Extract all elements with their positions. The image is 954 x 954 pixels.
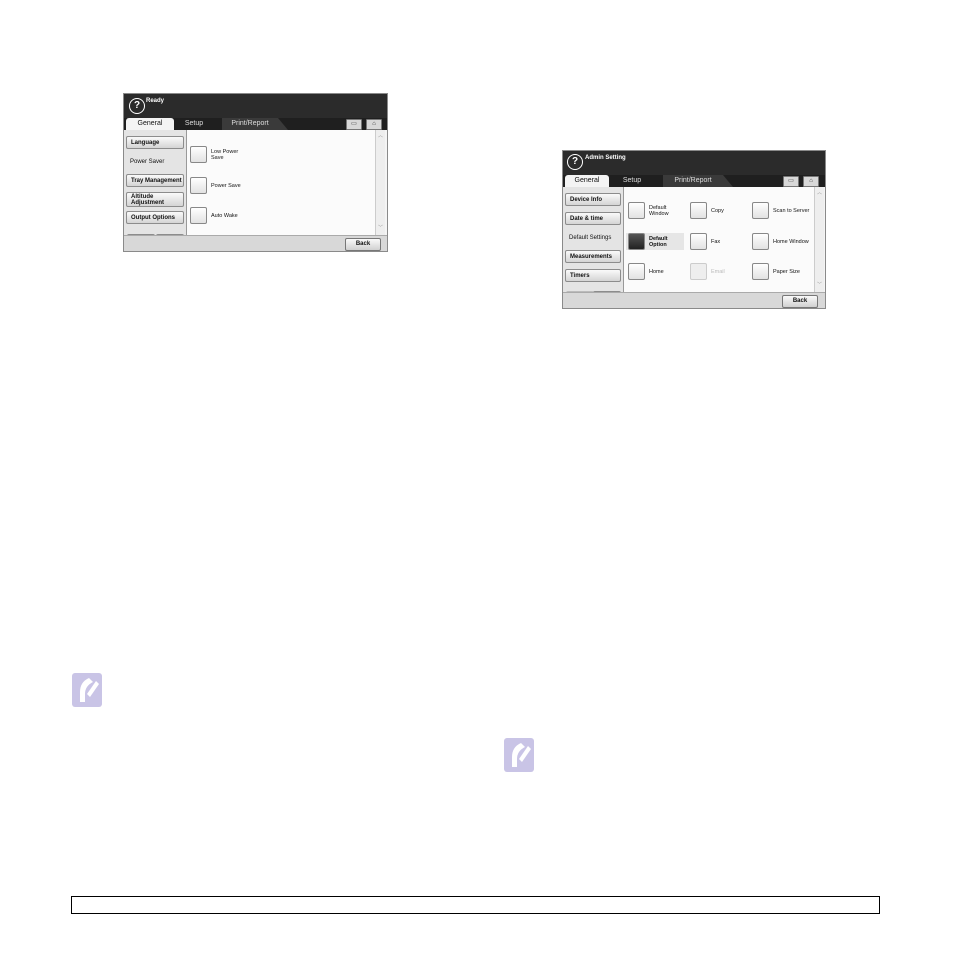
option-home[interactable]: Home bbox=[628, 263, 664, 280]
tab-setup[interactable]: Setup bbox=[613, 175, 651, 187]
note-icon bbox=[72, 673, 102, 707]
screen-power-saver: ? Ready General Setup Print/Report ▭ ⌂ L… bbox=[123, 93, 388, 252]
scrollbar[interactable]: ︿ ﹀ bbox=[375, 130, 385, 235]
option-label: Power Save bbox=[211, 182, 241, 189]
tab-general[interactable]: General bbox=[565, 175, 609, 187]
help-icon[interactable]: ? bbox=[129, 98, 145, 114]
sidebar-item-date-time[interactable]: Date & time bbox=[565, 212, 621, 225]
option-fax[interactable]: Fax bbox=[690, 233, 720, 250]
bottom-bar: Back bbox=[563, 292, 825, 308]
tab-general[interactable]: General bbox=[126, 118, 174, 130]
option-email: Email bbox=[690, 263, 725, 280]
option-default-window[interactable]: Default Window bbox=[628, 202, 685, 219]
help-icon[interactable]: ? bbox=[567, 154, 583, 170]
option-default-option[interactable]: Default Option bbox=[628, 233, 685, 250]
sidebar-item-tray-management[interactable]: Tray Management bbox=[126, 174, 184, 187]
home-icon[interactable]: ⌂ bbox=[803, 176, 819, 187]
window-icon[interactable]: ▭ bbox=[783, 176, 799, 187]
footer-box bbox=[71, 896, 880, 914]
option-label: Scan to Server bbox=[773, 207, 810, 214]
title-bar: ? Admin Setting bbox=[563, 151, 825, 175]
sidebar-item-default-settings[interactable]: Default Settings bbox=[565, 231, 621, 244]
sidebar-item-device-info[interactable]: Device Info bbox=[565, 193, 621, 206]
option-copy[interactable]: Copy bbox=[690, 202, 724, 219]
option-label: Home bbox=[649, 268, 664, 275]
screen-title: Admin Setting bbox=[585, 155, 626, 161]
option-checkbox[interactable] bbox=[190, 146, 207, 163]
option-paper-size[interactable]: Paper Size bbox=[752, 263, 800, 280]
scrollbar[interactable]: ︿ ﹀ bbox=[814, 187, 824, 292]
options-panel: Default Window Copy Scan to Server Defau… bbox=[624, 187, 814, 292]
home-icon[interactable]: ⌂ bbox=[366, 119, 382, 130]
tab-print-report[interactable]: Print/Report bbox=[663, 175, 733, 187]
option-label: Default Window bbox=[649, 204, 669, 217]
scroll-down-icon[interactable]: ﹀ bbox=[815, 281, 824, 288]
bottom-bar: Back bbox=[124, 235, 387, 251]
option-scan-to-server[interactable]: Scan to Server bbox=[752, 202, 809, 219]
option-label: Copy bbox=[711, 207, 724, 214]
option-low-power-save[interactable]: Low Power Save bbox=[190, 146, 251, 163]
tab-setup[interactable]: Setup bbox=[176, 118, 212, 130]
option-checkbox[interactable] bbox=[190, 177, 207, 194]
sidebar-item-language[interactable]: Language bbox=[126, 136, 184, 149]
options-panel: Low Power Save Power Save Auto Wake bbox=[187, 130, 375, 235]
back-button[interactable]: Back bbox=[782, 295, 818, 308]
scroll-up-icon[interactable]: ︿ bbox=[815, 189, 824, 196]
tab-strip: General Setup Print/Report ▭ ⌂ bbox=[563, 175, 825, 187]
sidebar-item-timers[interactable]: Timers bbox=[565, 269, 621, 282]
option-checkbox bbox=[690, 263, 707, 280]
tab-print-report[interactable]: Print/Report bbox=[222, 118, 288, 130]
option-label: Paper Size bbox=[773, 268, 800, 275]
option-label: Fax bbox=[711, 238, 721, 245]
tab-strip: General Setup Print/Report ▭ ⌂ bbox=[124, 118, 387, 130]
sidebar-item-power-saver[interactable]: Power Saver bbox=[126, 155, 184, 168]
option-auto-wake[interactable]: Auto Wake bbox=[190, 207, 238, 224]
sidebar: Language Power Saver Tray Management Alt… bbox=[124, 130, 187, 251]
option-label: Email bbox=[711, 268, 725, 275]
screen-title: Ready bbox=[146, 98, 165, 104]
option-label: Home Window bbox=[773, 238, 809, 245]
option-label: Auto Wake bbox=[211, 212, 238, 219]
option-label: Low Power Save bbox=[211, 148, 239, 161]
note-icon bbox=[504, 738, 534, 772]
option-checkbox[interactable] bbox=[190, 207, 207, 224]
option-checkbox[interactable] bbox=[628, 202, 645, 219]
scroll-up-icon[interactable]: ︿ bbox=[376, 132, 385, 139]
option-label: Default Option bbox=[649, 235, 668, 248]
option-checkbox[interactable] bbox=[628, 263, 645, 280]
sidebar: Device Info Date & time Default Settings… bbox=[563, 187, 624, 308]
sidebar-item-measurements[interactable]: Measurements bbox=[565, 250, 621, 263]
option-checkbox[interactable] bbox=[752, 263, 769, 280]
scroll-down-icon[interactable]: ﹀ bbox=[376, 224, 385, 231]
sidebar-item-altitude-adjustment[interactable]: Altitude Adjustment bbox=[126, 192, 184, 207]
screen-admin-setting: ? Admin Setting General Setup Print/Repo… bbox=[562, 150, 826, 309]
option-checkbox[interactable] bbox=[690, 233, 707, 250]
option-checkbox[interactable] bbox=[690, 202, 707, 219]
option-checkbox[interactable] bbox=[752, 233, 769, 250]
option-checkbox[interactable] bbox=[752, 202, 769, 219]
sidebar-item-output-options[interactable]: Output Options bbox=[126, 211, 184, 224]
window-icon[interactable]: ▭ bbox=[346, 119, 362, 130]
title-bar: ? Ready bbox=[124, 94, 387, 118]
option-home-window[interactable]: Home Window bbox=[752, 233, 809, 250]
back-button[interactable]: Back bbox=[345, 238, 381, 251]
option-power-save[interactable]: Power Save bbox=[190, 177, 241, 194]
option-checkbox[interactable] bbox=[628, 233, 645, 250]
